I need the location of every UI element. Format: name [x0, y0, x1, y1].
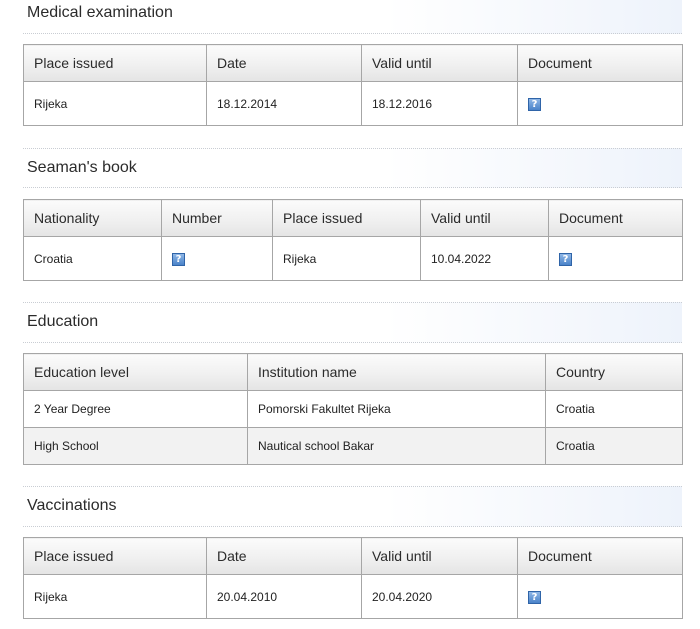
cell-institution: Nautical school Bakar: [247, 427, 546, 465]
column-header[interactable]: Place issued: [23, 44, 207, 82]
column-header[interactable]: Date: [206, 537, 362, 575]
cell-document: ?: [517, 574, 683, 619]
help-document-icon[interactable]: ?: [559, 252, 572, 266]
medical-table: Place issued Date Valid until Document R…: [23, 44, 683, 126]
column-header[interactable]: Date: [206, 44, 362, 82]
section-title: Education: [27, 313, 99, 330]
section-header-education: Education: [23, 302, 682, 343]
cell-country: Croatia: [545, 427, 683, 465]
cell-level: 2 Year Degree: [23, 390, 248, 428]
vaccinations-table: Place issued Date Valid until Document R…: [23, 537, 683, 619]
column-header[interactable]: Number: [161, 199, 273, 237]
column-header[interactable]: Valid until: [361, 44, 518, 82]
column-header[interactable]: Institution name: [247, 353, 546, 391]
cell-valid: 10.04.2022: [420, 236, 549, 281]
table-row: Rijeka 20.04.2010 20.04.2020 ?: [23, 574, 683, 619]
column-header[interactable]: Country: [545, 353, 683, 391]
cell-nationality: Croatia: [23, 236, 162, 281]
table-row: 2 Year Degree Pomorski Fakultet Rijeka C…: [23, 390, 683, 428]
help-document-icon[interactable]: ?: [528, 97, 541, 111]
column-header[interactable]: Document: [517, 44, 683, 82]
cell-place: Rijeka: [23, 81, 207, 126]
table-header-row: Place issued Date Valid until Document: [23, 537, 683, 575]
table-header-row: Place issued Date Valid until Document: [23, 44, 683, 82]
column-header[interactable]: Place issued: [23, 537, 207, 575]
column-header[interactable]: Education level: [23, 353, 248, 391]
section-header-seamans-book: Seaman's book: [23, 148, 682, 188]
section-header-vaccinations: Vaccinations: [23, 486, 682, 527]
cell-country: Croatia: [545, 390, 683, 428]
table-header-row: Education level Institution name Country: [23, 353, 683, 391]
cell-date: 20.04.2010: [206, 574, 362, 619]
section-title: Seaman's book: [27, 159, 137, 176]
help-document-icon[interactable]: ?: [528, 590, 541, 604]
cell-level: High School: [23, 427, 248, 465]
column-header[interactable]: Valid until: [361, 537, 518, 575]
cell-place: Rijeka: [23, 574, 207, 619]
cell-date: 18.12.2014: [206, 81, 362, 126]
section-header-medical: Medical examination: [23, 0, 682, 34]
cell-document: ?: [517, 81, 683, 126]
cell-valid: 20.04.2020: [361, 574, 518, 619]
column-header[interactable]: Valid until: [420, 199, 549, 237]
column-header[interactable]: Document: [517, 537, 683, 575]
cell-valid: 18.12.2016: [361, 81, 518, 126]
column-header[interactable]: Nationality: [23, 199, 162, 237]
cell-place: Rijeka: [272, 236, 421, 281]
table-header-row: Nationality Number Place issued Valid un…: [23, 199, 683, 237]
section-title: Vaccinations: [27, 497, 117, 514]
table-row: Rijeka 18.12.2014 18.12.2016 ?: [23, 81, 683, 126]
education-table: Education level Institution name Country…: [23, 353, 683, 465]
seamans-book-table: Nationality Number Place issued Valid un…: [23, 199, 683, 281]
column-header[interactable]: Place issued: [272, 199, 421, 237]
help-document-icon[interactable]: ?: [172, 252, 185, 266]
cell-document: ?: [548, 236, 683, 281]
table-row: High School Nautical school Bakar Croati…: [23, 427, 683, 465]
cell-institution: Pomorski Fakultet Rijeka: [247, 390, 546, 428]
table-row: Croatia ? Rijeka 10.04.2022 ?: [23, 236, 683, 281]
column-header[interactable]: Document: [548, 199, 683, 237]
cell-number: ?: [161, 236, 273, 281]
section-title: Medical examination: [27, 4, 173, 21]
